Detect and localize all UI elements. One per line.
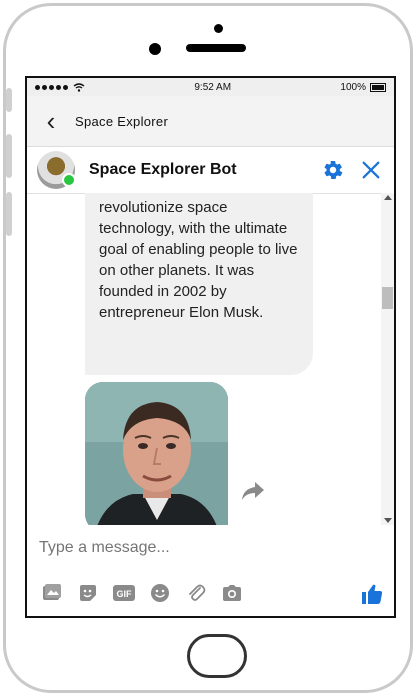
gif-icon[interactable]: GIF bbox=[113, 582, 135, 604]
emoji-icon[interactable] bbox=[149, 582, 171, 604]
scroll-down-arrow-icon[interactable] bbox=[384, 518, 392, 523]
scroll-up-arrow-icon[interactable] bbox=[384, 195, 392, 200]
front-camera bbox=[149, 43, 161, 55]
bot-avatar[interactable] bbox=[37, 151, 76, 189]
composer-toolbar: GIF bbox=[27, 578, 394, 608]
message-photo[interactable] bbox=[85, 382, 228, 525]
sensor-dot bbox=[214, 24, 223, 33]
phone-screen: 9:52 AM 100% ‹ Space Explorer Space Expl… bbox=[25, 76, 396, 618]
paperclip-icon[interactable] bbox=[185, 582, 207, 604]
gear-icon[interactable] bbox=[322, 159, 344, 181]
volume-down-button bbox=[6, 192, 12, 236]
earpiece-speaker bbox=[186, 44, 246, 52]
volume-up-button bbox=[6, 134, 12, 178]
message-input[interactable] bbox=[37, 538, 341, 558]
battery-percent: 100% bbox=[340, 81, 366, 93]
composer bbox=[27, 533, 394, 563]
close-icon[interactable] bbox=[360, 159, 382, 181]
wifi-icon bbox=[73, 82, 85, 92]
nav-bar: ‹ Space Explorer bbox=[27, 96, 394, 147]
svg-text:GIF: GIF bbox=[117, 589, 133, 599]
camera-icon[interactable] bbox=[221, 582, 243, 604]
thumbs-up-icon[interactable] bbox=[360, 582, 384, 606]
home-button[interactable] bbox=[187, 634, 247, 678]
bot-name: Space Explorer Bot bbox=[89, 161, 237, 178]
online-status-indicator bbox=[62, 173, 76, 187]
signal-icon bbox=[35, 84, 68, 90]
share-icon[interactable] bbox=[241, 480, 265, 502]
portrait-image bbox=[85, 382, 228, 525]
message-list[interactable]: revolutionize space technology, with the… bbox=[27, 193, 383, 525]
battery-icon bbox=[370, 82, 386, 92]
scrollbar-thumb[interactable] bbox=[382, 287, 393, 309]
back-arrow-icon[interactable]: ‹ bbox=[27, 96, 75, 146]
sticker-icon[interactable] bbox=[77, 582, 99, 604]
image-gallery-icon[interactable] bbox=[41, 582, 63, 604]
chat-header: Space Explorer Bot bbox=[27, 147, 394, 194]
status-bar: 9:52 AM 100% bbox=[27, 78, 394, 96]
nav-title: Space Explorer bbox=[75, 113, 169, 129]
mute-switch bbox=[6, 88, 12, 112]
bot-message-bubble: revolutionize space technology, with the… bbox=[85, 193, 313, 375]
status-time: 9:52 AM bbox=[194, 81, 232, 93]
chat-scrollbar[interactable] bbox=[381, 193, 394, 525]
